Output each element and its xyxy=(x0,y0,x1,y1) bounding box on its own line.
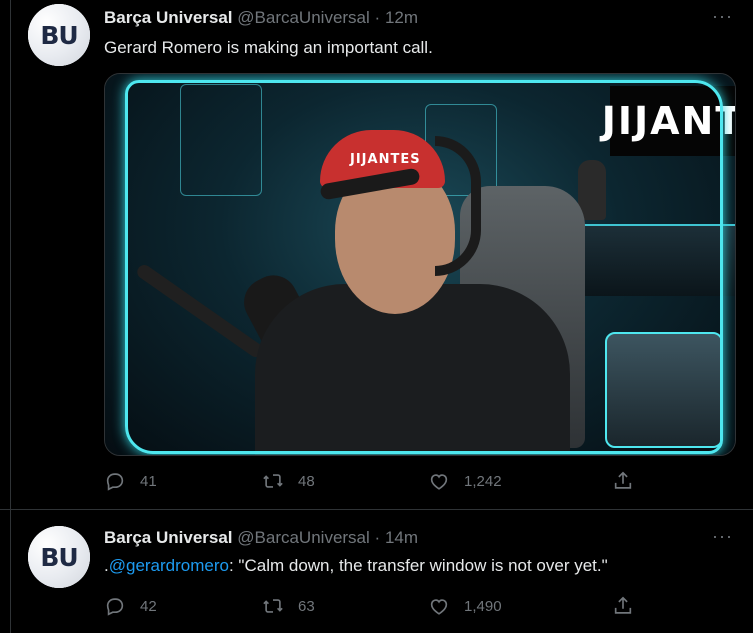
reply-icon xyxy=(106,473,124,491)
like-count: 1,242 xyxy=(464,472,502,490)
avatar-monogram: BU xyxy=(40,542,78,572)
reply-icon xyxy=(106,598,124,616)
like-icon xyxy=(430,474,448,490)
avatar[interactable]: BU xyxy=(28,526,90,588)
tweet-actions: 41 48 1,242 xyxy=(104,470,644,494)
tweet-image[interactable]: JIJANTES JIJANT xyxy=(104,73,736,456)
thread-divider xyxy=(10,0,11,509)
avatar[interactable]: BU xyxy=(28,4,90,66)
avatar-monogram: BU xyxy=(40,20,78,50)
like-button[interactable]: 1,242 xyxy=(428,470,502,492)
tweet-actions: 42 63 1,490 xyxy=(104,595,644,619)
retweet-button[interactable]: 48 xyxy=(262,470,315,492)
separator: · xyxy=(374,8,381,27)
retweet-button[interactable]: 63 xyxy=(262,595,315,617)
more-options-icon[interactable]: ··· xyxy=(712,6,733,27)
author-handle[interactable]: @BarcaUniversal xyxy=(237,528,370,547)
more-options-icon[interactable]: ··· xyxy=(712,526,733,547)
separator: · xyxy=(374,528,381,547)
reply-count: 42 xyxy=(140,597,157,615)
timestamp[interactable]: 12m xyxy=(385,8,418,27)
timestamp[interactable]: 14m xyxy=(385,528,418,547)
tweet[interactable]: BU Barça Universal @BarcaUniversal · 14m… xyxy=(0,510,753,633)
tweet-text: Gerard Romero is making an important cal… xyxy=(104,38,433,57)
reply-count: 41 xyxy=(140,472,157,490)
tweet[interactable]: BU Barça Universal @BarcaUniversal · 12m… xyxy=(0,0,753,510)
author-handle[interactable]: @BarcaUniversal xyxy=(237,8,370,27)
neon-frame xyxy=(125,80,723,454)
reply-button[interactable]: 41 xyxy=(104,470,157,492)
like-count: 1,490 xyxy=(464,597,502,615)
author-name[interactable]: Barça Universal xyxy=(104,8,233,27)
share-icon xyxy=(614,596,632,614)
like-icon xyxy=(430,599,448,615)
text-body: : "Calm down, the transfer window is not… xyxy=(228,556,608,575)
reply-button[interactable]: 42 xyxy=(104,595,157,617)
mention-link[interactable]: @gerardromero xyxy=(109,556,229,575)
share-icon xyxy=(614,471,632,489)
thread-divider xyxy=(10,510,11,633)
share-button[interactable] xyxy=(612,595,634,617)
share-button[interactable] xyxy=(612,470,634,492)
like-button[interactable]: 1,490 xyxy=(428,595,502,617)
author-name[interactable]: Barça Universal xyxy=(104,528,233,547)
retweet-count: 48 xyxy=(298,472,315,490)
retweet-count: 63 xyxy=(298,597,315,615)
tweet-text: .@gerardromero: "Calm down, the transfer… xyxy=(104,556,608,576)
retweet-icon xyxy=(263,474,283,488)
tweet-header: Barça Universal @BarcaUniversal · 14m xyxy=(104,528,418,548)
retweet-icon xyxy=(263,599,283,613)
tweet-header: Barça Universal @BarcaUniversal · 12m xyxy=(104,8,418,28)
